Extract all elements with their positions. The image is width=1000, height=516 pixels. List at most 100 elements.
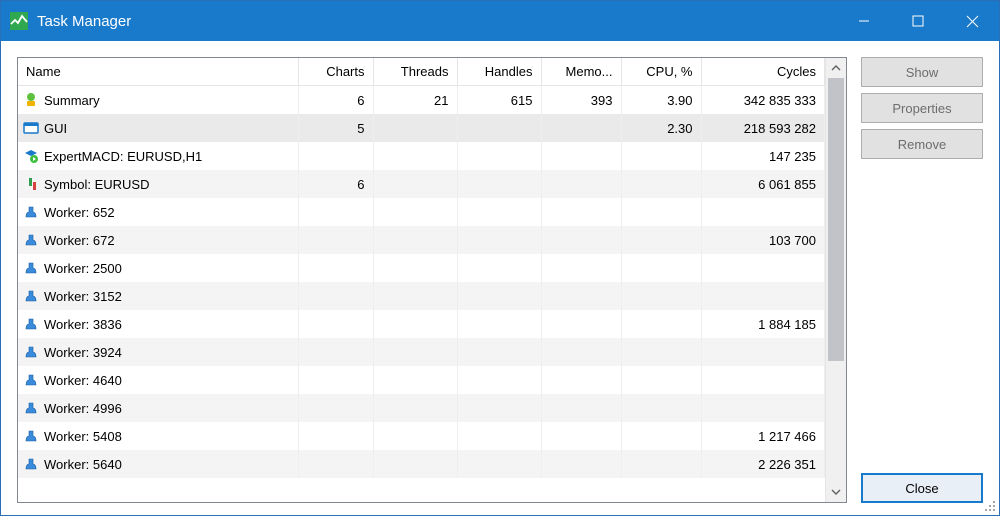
cell-memory [541, 114, 621, 142]
table-body: Summary6216153933.90342 835 333GUI52.302… [18, 86, 825, 479]
gui-icon [22, 119, 40, 137]
column-header[interactable]: Handles [457, 58, 541, 86]
task-grid: NameChartsThreadsHandlesMemo...CPU, %Cyc… [17, 57, 847, 503]
cell-charts [298, 226, 373, 254]
table-row[interactable]: Worker: 3836 1 884 185 [18, 310, 825, 338]
task-manager-window: Task Manager [0, 0, 1000, 516]
column-header[interactable]: Cycles [701, 58, 825, 86]
cell-handles [457, 422, 541, 450]
vertical-scrollbar[interactable] [825, 58, 846, 502]
cell-cpu [621, 310, 701, 338]
worker-icon [22, 287, 40, 305]
cell-memory: 393 [541, 86, 621, 115]
cell-charts [298, 254, 373, 282]
cell-memory [541, 394, 621, 422]
close-window-button[interactable] [945, 1, 999, 41]
column-header[interactable]: Threads [373, 58, 457, 86]
cell-cycles [701, 394, 825, 422]
cell-charts [298, 366, 373, 394]
table-row[interactable]: Worker: 652 [18, 198, 825, 226]
cell-charts [298, 394, 373, 422]
table-row[interactable]: Worker: 56402 226 351 [18, 450, 825, 478]
column-header[interactable]: Charts [298, 58, 373, 86]
cell-memory [541, 310, 621, 338]
resize-grip-icon[interactable] [982, 498, 996, 512]
row-name: Worker: 3836 [44, 317, 122, 332]
properties-button[interactable]: Properties [861, 93, 983, 123]
table-row[interactable]: Worker: 54081 217 466 [18, 422, 825, 450]
cell-handles [457, 170, 541, 198]
client-area: NameChartsThreadsHandlesMemo...CPU, %Cyc… [1, 41, 999, 515]
table-panel: NameChartsThreadsHandlesMemo...CPU, %Cyc… [17, 57, 847, 503]
cell-cycles [701, 366, 825, 394]
minimize-button[interactable] [837, 1, 891, 41]
row-name: Worker: 3152 [44, 289, 122, 304]
scroll-thumb[interactable] [828, 78, 844, 361]
scroll-down-button[interactable] [826, 482, 846, 502]
cell-cycles: 218 593 282 [701, 114, 825, 142]
cell-handles [457, 142, 541, 170]
table-row[interactable]: Worker: 2500 [18, 254, 825, 282]
row-name: Worker: 652 [44, 205, 115, 220]
expert-icon [22, 147, 40, 165]
cell-threads [373, 338, 457, 366]
titlebar[interactable]: Task Manager [1, 1, 999, 41]
row-name: ExpertMACD: EURUSD,H1 [44, 149, 202, 164]
table-header: NameChartsThreadsHandlesMemo...CPU, %Cyc… [18, 58, 825, 86]
cell-memory [541, 338, 621, 366]
maximize-button[interactable] [891, 1, 945, 41]
scroll-track[interactable] [826, 78, 846, 482]
cell-charts: 5 [298, 114, 373, 142]
table-row[interactable]: Symbol: EURUSD66 061 855 [18, 170, 825, 198]
cell-threads [373, 394, 457, 422]
cell-cpu: 3.90 [621, 86, 701, 115]
table-row[interactable]: GUI52.30218 593 282 [18, 114, 825, 142]
cell-handles [457, 198, 541, 226]
column-header[interactable]: Name [18, 58, 298, 86]
cell-threads: 21 [373, 86, 457, 115]
app-icon [9, 11, 29, 31]
cell-handles [457, 254, 541, 282]
cell-handles [457, 114, 541, 142]
cell-handles [457, 282, 541, 310]
cell-cpu [621, 282, 701, 310]
table-row[interactable]: Worker: 3152 [18, 282, 825, 310]
column-header[interactable]: Memo... [541, 58, 621, 86]
cell-memory [541, 366, 621, 394]
table-row[interactable]: ExpertMACD: EURUSD,H1147 235 [18, 142, 825, 170]
column-header[interactable]: CPU, % [621, 58, 701, 86]
cell-cycles [701, 254, 825, 282]
cell-charts [298, 282, 373, 310]
row-name: Worker: 4640 [44, 373, 122, 388]
table-row[interactable]: Worker: 672103 700 [18, 226, 825, 254]
cell-charts [298, 450, 373, 478]
cell-handles [457, 366, 541, 394]
cell-memory [541, 450, 621, 478]
window-controls [837, 1, 999, 41]
cell-cycles [701, 198, 825, 226]
cell-cpu [621, 142, 701, 170]
table-row[interactable]: Worker: 3924 [18, 338, 825, 366]
row-name: Symbol: EURUSD [44, 177, 149, 192]
scroll-up-button[interactable] [826, 58, 846, 78]
cell-handles: 615 [457, 86, 541, 115]
show-button[interactable]: Show [861, 57, 983, 87]
cell-cycles: 1 884 185 [701, 310, 825, 338]
table-row[interactable]: Worker: 4640 [18, 366, 825, 394]
cell-charts [298, 310, 373, 338]
cell-handles [457, 310, 541, 338]
close-button[interactable]: Close [861, 473, 983, 503]
cell-cpu: 2.30 [621, 114, 701, 142]
cell-charts [298, 198, 373, 226]
cell-memory [541, 226, 621, 254]
cell-charts [298, 338, 373, 366]
cell-charts: 6 [298, 86, 373, 115]
table-row[interactable]: Worker: 4996 [18, 394, 825, 422]
remove-button[interactable]: Remove [861, 129, 983, 159]
cell-cpu [621, 338, 701, 366]
cell-threads [373, 450, 457, 478]
symbol-icon [22, 175, 40, 193]
table-row[interactable]: Summary6216153933.90342 835 333 [18, 86, 825, 115]
cell-handles [457, 338, 541, 366]
worker-icon [22, 203, 40, 221]
